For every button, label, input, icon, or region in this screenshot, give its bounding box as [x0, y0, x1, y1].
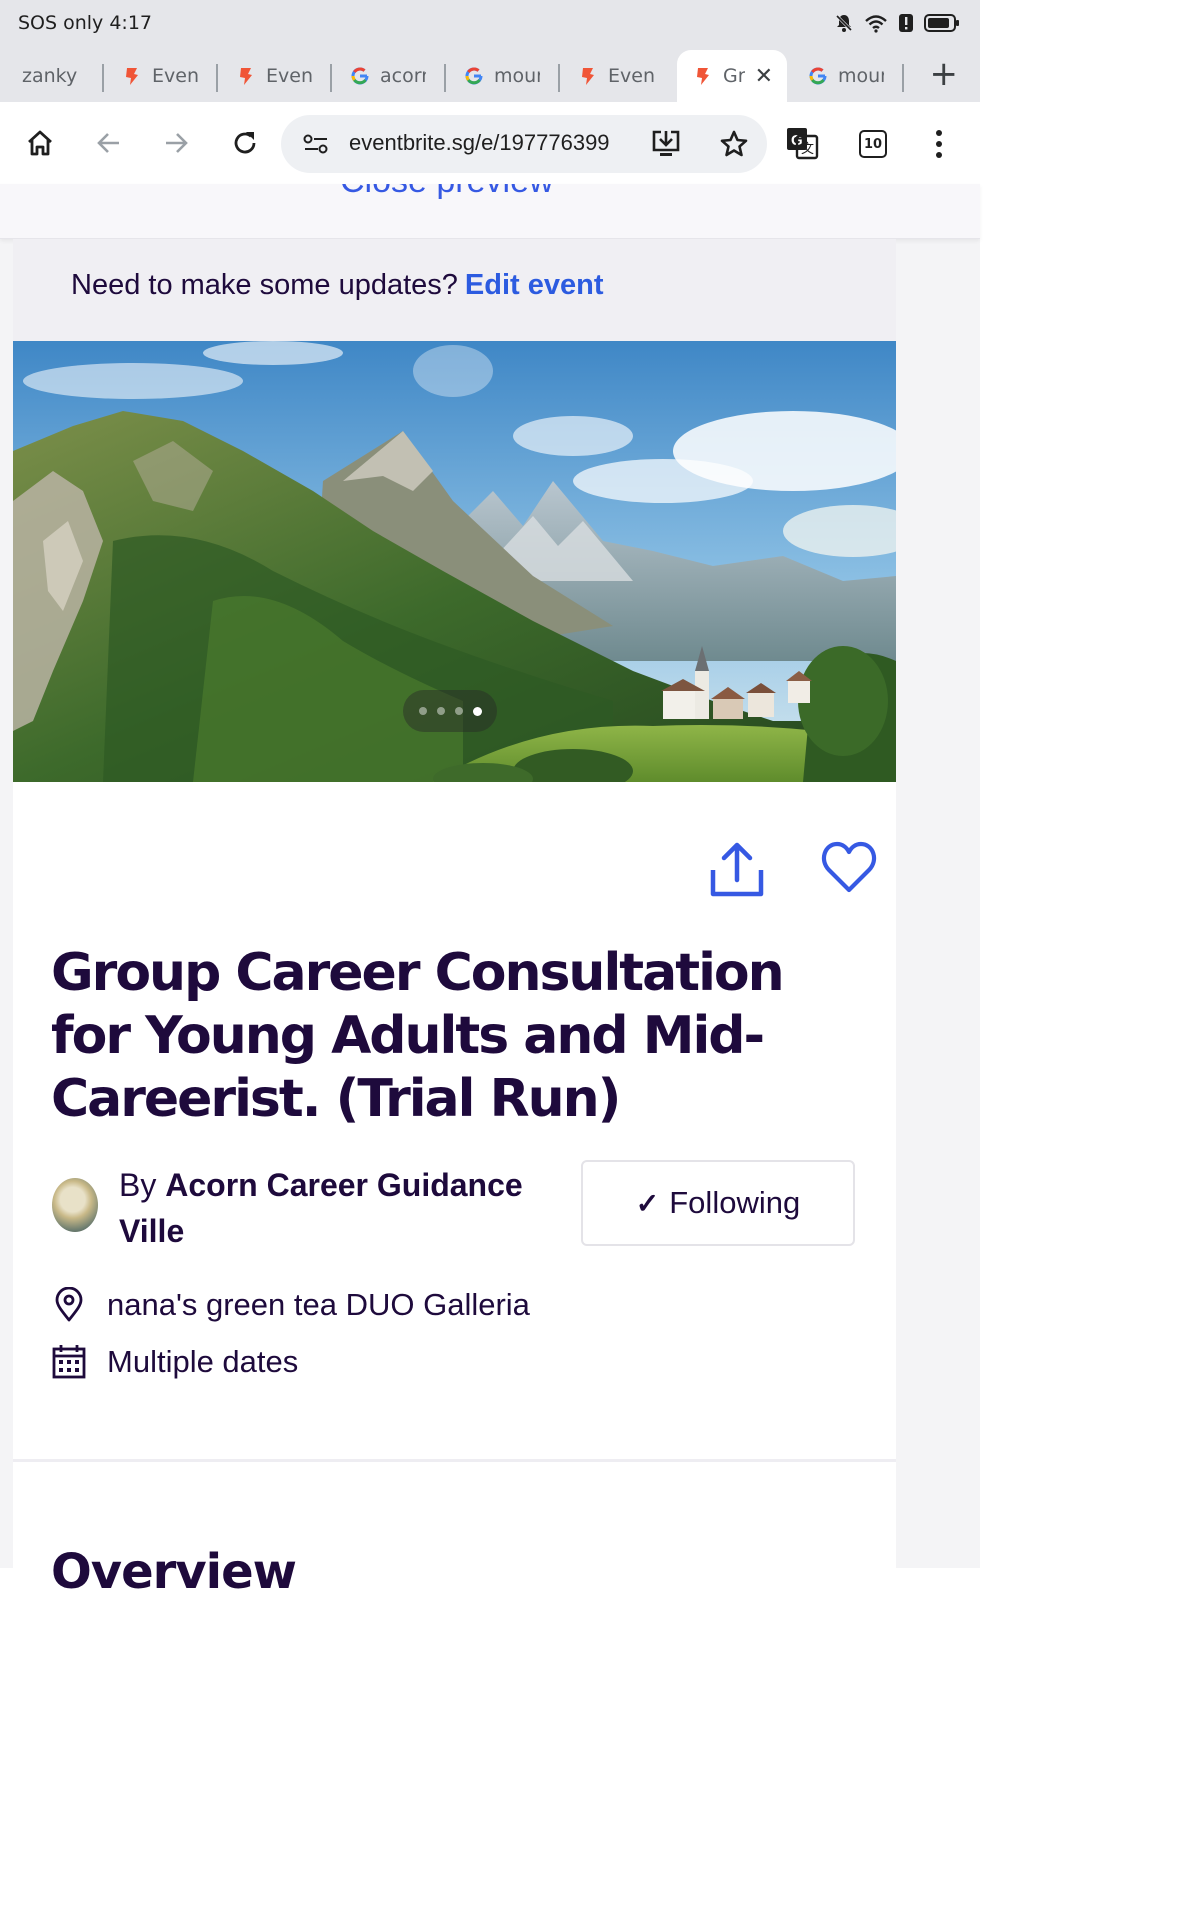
url-text[interactable]: eventbrite.sg/e/197776399: [349, 130, 610, 156]
checkmark-icon: ✓: [635, 1187, 660, 1219]
tab-separator: [102, 64, 104, 92]
tab-strip: zanky Event Event acorn: [0, 46, 980, 102]
eventbrite-icon: [126, 68, 138, 85]
tab-acorn[interactable]: acorn: [350, 50, 426, 102]
preview-bar: Close preview: [0, 184, 980, 239]
carousel-indicator[interactable]: [403, 690, 497, 732]
following-button[interactable]: ✓ Following: [581, 1160, 855, 1246]
organizer-avatar[interactable]: [52, 1178, 98, 1232]
tab-label: zanky: [22, 65, 78, 87]
browser-toolbar: eventbrite.sg/e/197776399 G 文: [0, 102, 980, 185]
like-button[interactable]: [821, 840, 877, 894]
translate-icon: G 文: [787, 128, 819, 160]
carousel-dot[interactable]: [454, 707, 463, 715]
battery-icon: [924, 14, 959, 32]
status-bar: SOS only 4:17: [0, 0, 980, 46]
tab-separator: [902, 64, 904, 92]
status-icons: [834, 13, 960, 33]
calendar-icon: [52, 1345, 86, 1379]
carousel-dot-active[interactable]: [472, 706, 482, 716]
star-icon[interactable]: [719, 129, 749, 159]
location-text: nana's green tea DUO Galleria: [107, 1287, 530, 1322]
tab-switcher-button[interactable]: 10: [859, 130, 887, 158]
heart-icon: [821, 841, 877, 893]
tab-label: Event: [152, 65, 198, 87]
home-icon: [28, 130, 52, 156]
overview-heading: Overview: [51, 1544, 297, 1600]
back-button[interactable]: [88, 122, 130, 164]
organizer-info[interactable]: By Acorn Career Guidance Ville: [51, 1162, 591, 1252]
carousel-dot[interactable]: [418, 707, 427, 715]
wifi-icon: [865, 15, 887, 33]
google-icon: [465, 67, 483, 85]
tab-separator: [216, 64, 218, 92]
location-pin-icon: [55, 1287, 83, 1322]
tab-mountain-1[interactable]: moun: [464, 50, 540, 102]
tab-event-2[interactable]: Event: [236, 50, 312, 102]
update-banner: Need to make some updates? Edit event: [13, 239, 896, 341]
share-button[interactable]: [709, 840, 765, 898]
eventbrite-icon: [240, 68, 252, 85]
dates-text: Multiple dates: [107, 1344, 299, 1379]
translate-button[interactable]: G 文: [781, 122, 823, 164]
tab-mountain-2[interactable]: moun: [808, 50, 884, 102]
more-menu-icon[interactable]: [929, 128, 949, 160]
tab-event-3[interactable]: Event: [578, 50, 654, 102]
date-row[interactable]: Multiple dates: [51, 1344, 298, 1380]
reload-button[interactable]: [224, 122, 266, 164]
share-icon: [710, 842, 764, 897]
new-tab-button[interactable]: +: [930, 56, 959, 92]
close-preview-link[interactable]: Close preview: [340, 184, 554, 201]
download-icon[interactable]: [651, 128, 681, 158]
section-divider: [13, 1459, 896, 1462]
arrow-left-icon: [97, 133, 119, 153]
tab-label: Event: [608, 65, 654, 87]
tab-event-1[interactable]: Event: [122, 50, 198, 102]
page-gutter-right: [896, 184, 980, 1568]
location-row[interactable]: nana's green tea DUO Galleria: [51, 1287, 530, 1323]
forward-button[interactable]: [155, 122, 197, 164]
following-label: Following: [669, 1185, 801, 1220]
tab-separator: [444, 64, 446, 92]
tab-label: acorn: [380, 65, 426, 87]
bell-off-icon: [835, 14, 853, 32]
svg-text:文: 文: [801, 141, 814, 156]
google-icon: [351, 67, 369, 85]
organizer-text: By Acorn Career Guidance Ville: [119, 1162, 589, 1254]
event-details: Group Career Consultation for Young Adul…: [13, 782, 896, 1600]
eventbrite-icon: [582, 68, 594, 85]
google-icon: [809, 67, 827, 85]
home-button[interactable]: [19, 122, 61, 164]
update-banner-text: Need to make some updates? Edit event: [71, 269, 604, 302]
site-settings-icon[interactable]: [303, 132, 329, 156]
close-tab-icon[interactable]: ✕: [755, 64, 773, 89]
carousel-dot[interactable]: [436, 707, 445, 715]
status-text: SOS only 4:17: [18, 12, 153, 34]
address-bar[interactable]: eventbrite.sg/e/197776399: [281, 115, 767, 173]
reload-icon: [234, 132, 256, 154]
organizer-name[interactable]: Acorn Career Guidance Ville: [119, 1167, 523, 1249]
by-label: By: [119, 1167, 157, 1203]
tab-active-group[interactable]: Gro ✕: [677, 50, 787, 102]
arrow-right-icon: [166, 133, 188, 153]
alert-icon: [899, 14, 913, 32]
tab-zanky[interactable]: zanky: [22, 50, 77, 102]
eventbrite-icon: [697, 68, 709, 85]
tab-separator: [330, 64, 332, 92]
update-prompt: Need to make some updates?: [71, 269, 458, 301]
tab-label: moun: [494, 65, 540, 87]
event-title: Group Career Consultation for Young Adul…: [51, 943, 785, 1129]
tab-label: Gro: [723, 65, 745, 87]
page-gutter-left: [0, 184, 13, 1568]
tab-label: Event: [266, 65, 312, 87]
edit-event-link[interactable]: Edit event: [465, 269, 604, 301]
tab-separator: [558, 64, 560, 92]
tab-label: moun: [838, 65, 884, 87]
